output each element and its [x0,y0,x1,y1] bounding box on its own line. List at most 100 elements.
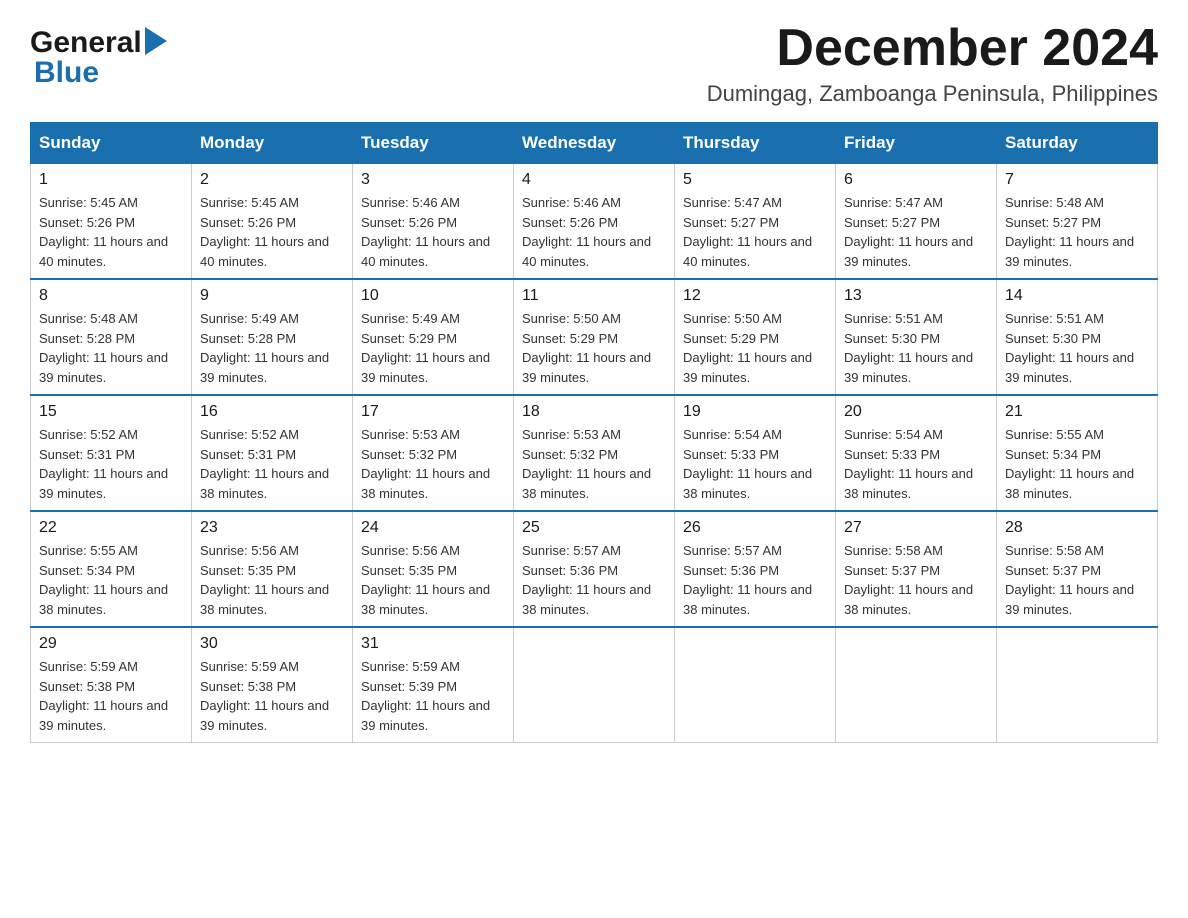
day-number: 16 [200,403,344,421]
day-number: 21 [1005,403,1149,421]
table-row: 26 Sunrise: 5:57 AMSunset: 5:36 PMDayligh… [675,511,836,627]
calendar-header-row: Sunday Monday Tuesday Wednesday Thursday… [31,123,1158,164]
calendar-week-row: 29Sunrise: 5:59 AMSunset: 5:38 PMDayligh… [31,627,1158,743]
day-number: 11 [522,287,666,305]
day-number: 30 [200,635,344,653]
day-number: 6 [844,171,988,189]
day-info: Sunrise: 5:54 AMSunset: 5:33 PMDaylight:… [683,425,827,503]
day-info: Sunrise: 5:59 AMSunset: 5:39 PMDaylight:… [361,657,505,735]
table-row: 1 Sunrise: 5:45 AMSunset: 5:26 PMDaylight… [31,164,192,280]
table-row: 5 Sunrise: 5:47 AMSunset: 5:27 PMDaylight… [675,164,836,280]
day-info: Sunrise: 5:53 AMSunset: 5:32 PMDaylight:… [361,425,505,503]
table-row: 28 Sunrise: 5:58 AMSunset: 5:37 PMDayligh… [997,511,1158,627]
day-info: Sunrise: 5:58 AMSunset: 5:37 PMDaylight:… [844,541,988,619]
day-info: Sunrise: 5:55 AMSunset: 5:34 PMDaylight:… [39,541,183,619]
table-row: 29Sunrise: 5:59 AMSunset: 5:38 PMDayligh… [31,627,192,743]
day-info: Sunrise: 5:47 AMSunset: 5:27 PMDaylight:… [683,193,827,271]
col-tuesday: Tuesday [353,123,514,164]
col-sunday: Sunday [31,123,192,164]
table-row: 25Sunrise: 5:57 AMSunset: 5:36 PMDayligh… [514,511,675,627]
col-saturday: Saturday [997,123,1158,164]
table-row: 7Sunrise: 5:48 AMSunset: 5:27 PMDaylight… [997,164,1158,280]
day-number: 18 [522,403,666,421]
day-info: Sunrise: 5:49 AMSunset: 5:28 PMDaylight:… [200,309,344,387]
table-row [675,627,836,743]
day-number: 3 [361,171,505,189]
table-row: 14 Sunrise: 5:51 AMSunset: 5:30 PMDayligh… [997,279,1158,395]
day-info: Sunrise: 5:52 AMSunset: 5:31 PMDaylight:… [200,425,344,503]
table-row: 11 Sunrise: 5:50 AMSunset: 5:29 PMDayligh… [514,279,675,395]
table-row: 17Sunrise: 5:53 AMSunset: 5:32 PMDayligh… [353,395,514,511]
day-info: Sunrise: 5:56 AMSunset: 5:35 PMDaylight:… [200,541,344,619]
table-row: 27 Sunrise: 5:58 AMSunset: 5:37 PMDayligh… [836,511,997,627]
table-row: 8 Sunrise: 5:48 AMSunset: 5:28 PMDaylight… [31,279,192,395]
day-info: Sunrise: 5:48 AMSunset: 5:27 PMDaylight:… [1005,193,1149,271]
day-info: Sunrise: 5:46 AMSunset: 5:26 PMDaylight:… [361,193,505,271]
day-info: Sunrise: 5:52 AMSunset: 5:31 PMDaylight:… [39,425,183,503]
day-info: Sunrise: 5:50 AMSunset: 5:29 PMDaylight:… [522,309,666,387]
table-row: 12Sunrise: 5:50 AMSunset: 5:29 PMDayligh… [675,279,836,395]
day-number: 4 [522,171,666,189]
day-number: 23 [200,519,344,537]
logo-general-text: General [30,26,142,60]
table-row: 4 Sunrise: 5:46 AMSunset: 5:26 PMDaylight… [514,164,675,280]
day-info: Sunrise: 5:47 AMSunset: 5:27 PMDaylight:… [844,193,988,271]
day-number: 9 [200,287,344,305]
table-row: 10 Sunrise: 5:49 AMSunset: 5:29 PMDayligh… [353,279,514,395]
day-info: Sunrise: 5:51 AMSunset: 5:30 PMDaylight:… [1005,309,1149,387]
day-number: 8 [39,287,183,305]
calendar-title: December 2024 [707,20,1158,77]
day-number: 24 [361,519,505,537]
table-row: 19 Sunrise: 5:54 AMSunset: 5:33 PMDayligh… [675,395,836,511]
day-number: 31 [361,635,505,653]
table-row: 13 Sunrise: 5:51 AMSunset: 5:30 PMDayligh… [836,279,997,395]
day-info: Sunrise: 5:54 AMSunset: 5:33 PMDaylight:… [844,425,988,503]
logo-arrow-icon [145,27,167,60]
calendar-week-row: 1 Sunrise: 5:45 AMSunset: 5:26 PMDaylight… [31,164,1158,280]
calendar-subtitle: Dumingag, Zamboanga Peninsula, Philippin… [707,81,1158,107]
day-info: Sunrise: 5:53 AMSunset: 5:32 PMDaylight:… [522,425,666,503]
calendar-week-row: 8 Sunrise: 5:48 AMSunset: 5:28 PMDaylight… [31,279,1158,395]
day-info: Sunrise: 5:57 AMSunset: 5:36 PMDaylight:… [683,541,827,619]
day-number: 1 [39,171,183,189]
day-info: Sunrise: 5:51 AMSunset: 5:30 PMDaylight:… [844,309,988,387]
calendar-week-row: 22Sunrise: 5:55 AMSunset: 5:34 PMDayligh… [31,511,1158,627]
day-number: 14 [1005,287,1149,305]
day-number: 25 [522,519,666,537]
table-row: 6 Sunrise: 5:47 AMSunset: 5:27 PMDaylight… [836,164,997,280]
table-row: 22Sunrise: 5:55 AMSunset: 5:34 PMDayligh… [31,511,192,627]
day-number: 27 [844,519,988,537]
day-number: 10 [361,287,505,305]
page-header: General Blue December 2024 Dumingag, Zam… [30,20,1158,107]
day-number: 20 [844,403,988,421]
table-row [997,627,1158,743]
calendar-week-row: 15Sunrise: 5:52 AMSunset: 5:31 PMDayligh… [31,395,1158,511]
day-info: Sunrise: 5:59 AMSunset: 5:38 PMDaylight:… [200,657,344,735]
table-row: 16 Sunrise: 5:52 AMSunset: 5:31 PMDayligh… [192,395,353,511]
col-monday: Monday [192,123,353,164]
table-row: 31 Sunrise: 5:59 AMSunset: 5:39 PMDayligh… [353,627,514,743]
day-info: Sunrise: 5:45 AMSunset: 5:26 PMDaylight:… [200,193,344,271]
col-wednesday: Wednesday [514,123,675,164]
day-number: 28 [1005,519,1149,537]
table-row: 2 Sunrise: 5:45 AMSunset: 5:26 PMDaylight… [192,164,353,280]
logo: General Blue [30,20,167,90]
table-row: 23 Sunrise: 5:56 AMSunset: 5:35 PMDayligh… [192,511,353,627]
day-number: 13 [844,287,988,305]
day-number: 26 [683,519,827,537]
day-number: 5 [683,171,827,189]
day-info: Sunrise: 5:59 AMSunset: 5:38 PMDaylight:… [39,657,183,735]
col-thursday: Thursday [675,123,836,164]
table-row: 15Sunrise: 5:52 AMSunset: 5:31 PMDayligh… [31,395,192,511]
day-info: Sunrise: 5:45 AMSunset: 5:26 PMDaylight:… [39,193,183,271]
table-row: 30 Sunrise: 5:59 AMSunset: 5:38 PMDayligh… [192,627,353,743]
day-number: 19 [683,403,827,421]
day-info: Sunrise: 5:46 AMSunset: 5:26 PMDaylight:… [522,193,666,271]
table-row [836,627,997,743]
day-number: 12 [683,287,827,305]
day-number: 2 [200,171,344,189]
table-row: 18 Sunrise: 5:53 AMSunset: 5:32 PMDayligh… [514,395,675,511]
day-info: Sunrise: 5:48 AMSunset: 5:28 PMDaylight:… [39,309,183,387]
day-info: Sunrise: 5:49 AMSunset: 5:29 PMDaylight:… [361,309,505,387]
day-info: Sunrise: 5:58 AMSunset: 5:37 PMDaylight:… [1005,541,1149,619]
